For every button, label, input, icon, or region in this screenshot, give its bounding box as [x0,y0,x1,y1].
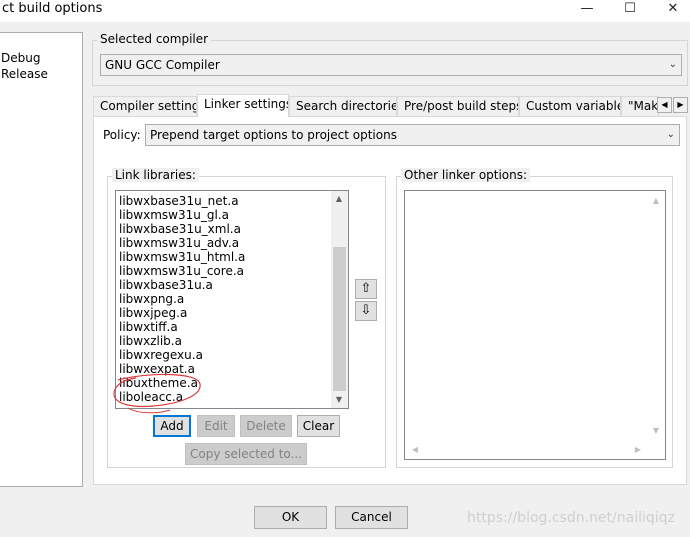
tab-pre-post-build-steps[interactable]: Pre/post build steps [397,96,519,116]
list-item[interactable]: libwxregexu.a [119,348,203,362]
chevron-down-icon[interactable]: ▼ [331,392,347,408]
list-item[interactable]: libwxmsw31u_core.a [119,264,244,278]
chevron-down-icon: ⌄ [668,59,677,70]
edit-button[interactable]: Edit [197,415,235,437]
list-item[interactable]: libwxpng.a [119,292,184,306]
red-circle-annotation [113,373,201,414]
tab-search-directories[interactable]: Search directories [289,96,397,116]
delete-button[interactable]: Delete [240,415,292,437]
tab-make[interactable]: "Make [621,96,659,116]
scrollbar-thumb[interactable] [333,247,346,391]
watermark-text: https://blog.csdn.net/nailiqiqz [467,510,675,526]
chevron-right-icon[interactable]: ▶ [630,442,646,458]
tab-scroll-right-icon[interactable]: ▶ [673,97,688,113]
list-item[interactable]: libwxbase31u_net.a [119,194,239,208]
build-target-tree[interactable]: Debug Release [0,32,83,487]
policy-label: Policy: [103,128,141,142]
ok-button[interactable]: OK [254,506,327,529]
move-up-icon[interactable]: ⇧ [355,279,377,299]
add-button[interactable]: Add [153,415,191,437]
selected-compiler-label: Selected compiler [97,32,212,46]
chevron-down-icon[interactable]: ▼ [648,423,664,439]
close-icon[interactable]: ✕ [658,0,688,20]
clear-button[interactable]: Clear [297,415,340,437]
list-item[interactable]: libwxmsw31u_adv.a [119,236,239,250]
other-linker-options-label: Other linker options: [401,168,531,182]
other-linker-vscroll[interactable]: ▲ ▼ [648,191,665,441]
title-bar: ct build options — ☐ ✕ [0,0,690,22]
list-item[interactable]: libwxbase31u_xml.a [119,222,241,236]
list-item[interactable]: libwxtiff.a [119,320,178,334]
policy-select[interactable]: Prepend target options to project option… [145,124,680,146]
list-item[interactable]: libwxbase31u.a [119,278,213,292]
chevron-left-icon[interactable]: ◀ [407,442,423,458]
other-linker-hscroll[interactable]: ◀ ▶ [405,442,648,459]
tab-linker-settings[interactable]: Linker settings [197,94,289,117]
chevron-down-icon: ⌄ [666,129,675,140]
settings-tabs: Compiler settings Linker settings Search… [93,94,689,117]
move-down-icon[interactable]: ⇩ [355,301,377,321]
link-libraries-scrollbar[interactable]: ▲ ▼ [331,191,348,408]
window-title: ct build options [2,1,103,16]
link-libraries-label: Link libraries: [112,168,199,182]
tab-scroll-left-icon[interactable]: ◀ [657,97,672,113]
policy-select-value: Prepend target options to project option… [150,128,397,142]
list-item[interactable]: libwxmsw31u_html.a [119,250,245,264]
copy-selected-button[interactable]: Copy selected to... [185,443,307,465]
maximize-icon[interactable]: ☐ [615,0,645,20]
compiler-select[interactable]: GNU GCC Compiler ⌄ [100,54,682,76]
compiler-select-value: GNU GCC Compiler [105,58,220,72]
tree-item-release[interactable]: Release [0,67,50,81]
tree-item-debug[interactable]: Debug [0,51,42,65]
list-item[interactable]: libwxmsw31u_gl.a [119,208,229,222]
chevron-up-icon[interactable]: ▲ [648,193,664,209]
list-item[interactable]: libwxjpeg.a [119,306,187,320]
other-linker-options-textarea[interactable]: ▲ ▼ ◀ ▶ [404,190,666,460]
chevron-up-icon[interactable]: ▲ [331,191,347,207]
tab-compiler-settings[interactable]: Compiler settings [93,96,197,116]
list-item[interactable]: libwxzlib.a [119,334,182,348]
cancel-button[interactable]: Cancel [335,506,408,529]
tab-custom-variables[interactable]: Custom variables [519,96,621,116]
minimize-icon[interactable]: — [572,0,602,20]
